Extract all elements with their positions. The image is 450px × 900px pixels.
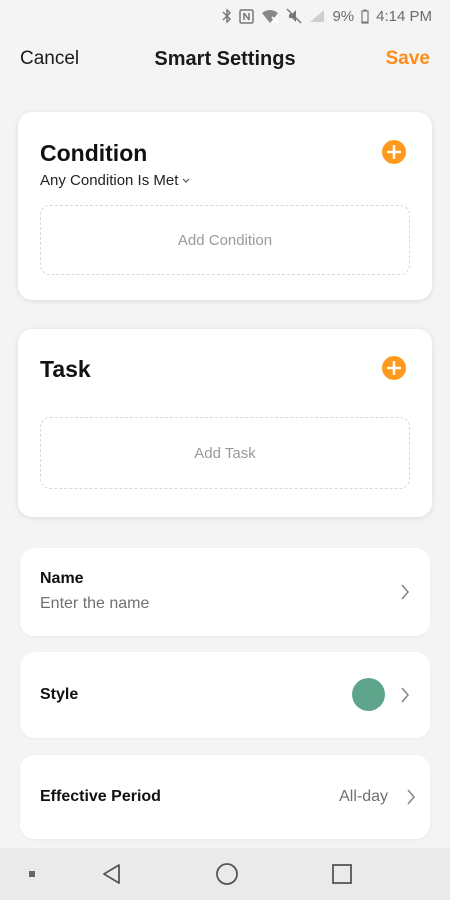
bluetooth-icon xyxy=(222,8,232,24)
condition-title: Condition xyxy=(40,140,148,166)
chevron-right-icon xyxy=(401,584,410,600)
style-row[interactable]: Style xyxy=(20,652,430,738)
status-bar: 9% 4:14 PM xyxy=(0,0,450,32)
signal-icon xyxy=(309,9,325,23)
chevron-down-icon xyxy=(182,178,190,183)
clock: 4:14 PM xyxy=(376,7,432,25)
style-color-swatch xyxy=(352,678,385,711)
save-button[interactable]: Save xyxy=(386,48,430,70)
back-icon[interactable] xyxy=(100,862,122,886)
chevron-right-icon xyxy=(407,789,416,805)
battery-text: 9% xyxy=(332,7,355,25)
battery-icon xyxy=(361,9,369,24)
top-bar: Cancel Smart Settings Save xyxy=(0,40,450,80)
add-condition-label: Add Condition xyxy=(177,231,273,249)
condition-mode-label: Any Condition Is Met xyxy=(40,172,179,189)
task-card: Task Add Task xyxy=(18,329,432,517)
add-task-label: Add Task xyxy=(194,444,256,462)
recents-icon[interactable] xyxy=(330,862,354,886)
nfc-icon xyxy=(239,8,255,24)
add-condition-button[interactable] xyxy=(382,140,406,164)
home-icon[interactable] xyxy=(215,862,239,886)
name-label: Name xyxy=(40,570,84,587)
name-row[interactable]: Name Enter the name xyxy=(20,548,430,636)
plus-icon xyxy=(387,361,401,375)
style-label: Style xyxy=(40,686,79,703)
add-task-area[interactable]: Add Task xyxy=(40,417,410,489)
page-title: Smart Settings xyxy=(154,48,296,70)
effective-period-row[interactable]: Effective Period All-day xyxy=(20,755,430,839)
dot-icon[interactable] xyxy=(28,870,36,878)
chevron-right-icon xyxy=(401,687,410,703)
effective-period-label: Effective Period xyxy=(40,788,161,805)
plus-icon xyxy=(387,145,401,159)
wifi-icon xyxy=(261,9,280,24)
effective-period-value: All-day xyxy=(339,788,388,805)
mute-icon xyxy=(286,8,302,24)
name-placeholder: Enter the name xyxy=(40,595,150,612)
task-title: Task xyxy=(40,356,91,382)
add-task-button[interactable] xyxy=(382,356,406,380)
navigation-bar xyxy=(0,848,450,900)
condition-mode-dropdown[interactable]: Any Condition Is Met xyxy=(40,172,190,189)
add-condition-area[interactable]: Add Condition xyxy=(40,205,410,275)
condition-card: Condition Any Condition Is Met Add Condi… xyxy=(18,112,432,300)
